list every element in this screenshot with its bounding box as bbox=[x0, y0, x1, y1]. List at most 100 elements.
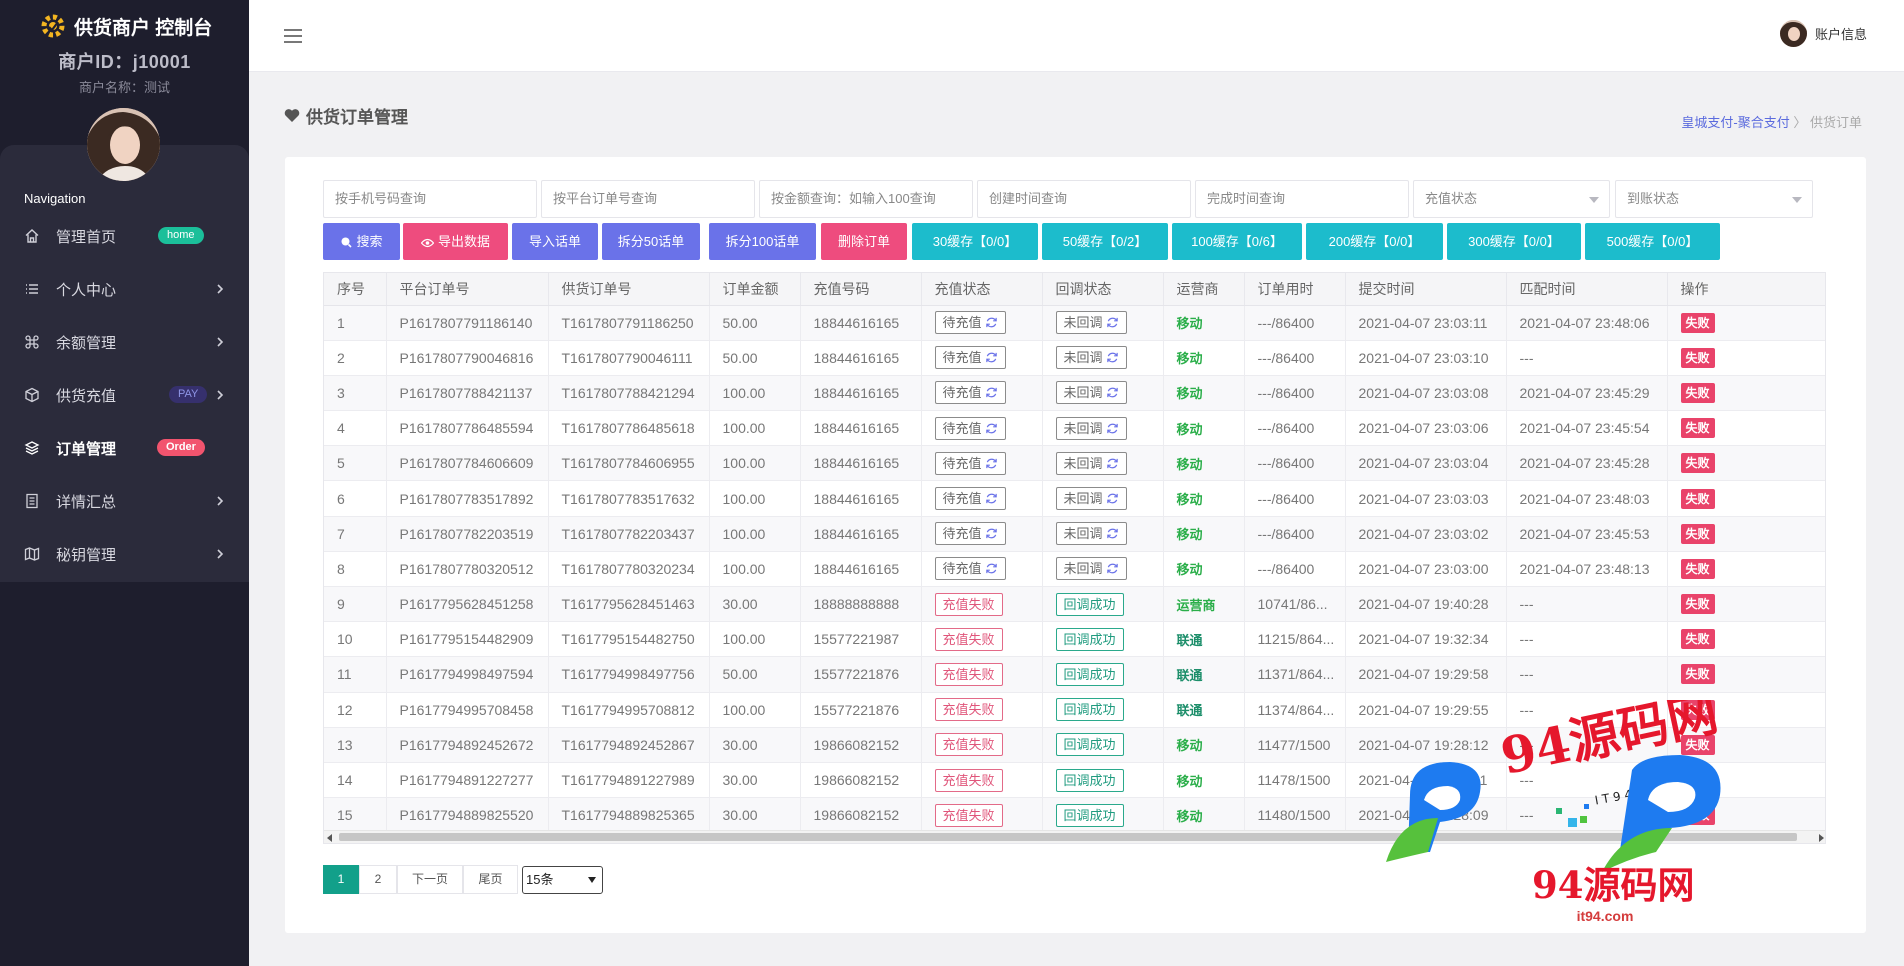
col-actions-cell: 失败 bbox=[1667, 551, 1825, 588]
fail-button[interactable]: 失败 bbox=[1680, 699, 1715, 720]
sidebar-item-orders[interactable]: 订单管理 Order bbox=[0, 423, 249, 473]
sidebar-item-home[interactable]: 管理首页 home bbox=[0, 211, 249, 261]
scrollbar-thumb[interactable] bbox=[339, 833, 1797, 841]
fail-button[interactable]: 失败 bbox=[1680, 312, 1715, 333]
refresh-icon bbox=[1106, 317, 1118, 328]
fail-button[interactable]: 失败 bbox=[1680, 629, 1715, 650]
fail-button[interactable]: 失败 bbox=[1680, 523, 1715, 544]
split50-button[interactable]: 拆分50话单 bbox=[602, 223, 700, 260]
fail-button[interactable]: 失败 bbox=[1680, 805, 1715, 826]
cache500-button[interactable]: 500缓存【0/0】 bbox=[1585, 223, 1720, 260]
fail-button[interactable]: 失败 bbox=[1680, 734, 1715, 755]
col-amount-cell: 100.00 bbox=[709, 551, 801, 588]
refresh-icon bbox=[985, 528, 997, 539]
fail-button[interactable]: 失败 bbox=[1680, 558, 1715, 579]
col-match-time-cell: 2021-04-07 23:45:29 bbox=[1506, 375, 1668, 412]
chevron-right-icon bbox=[217, 337, 224, 347]
col-submit-time-cell: 2021-04-07 19:28:12 bbox=[1345, 727, 1507, 763]
search-button[interactable]: 搜索 bbox=[323, 223, 400, 260]
cache30-button[interactable]: 30缓存【0/0】 bbox=[912, 223, 1038, 260]
chevron-down-icon bbox=[1589, 197, 1599, 203]
hamburger-menu-icon[interactable] bbox=[283, 28, 303, 44]
col-callback-status-header: 回调状态 bbox=[1042, 273, 1164, 306]
account-menu[interactable]: 账户信息 bbox=[1779, 20, 1867, 47]
finished-time-filter-input[interactable]: 完成时间查询 bbox=[1195, 180, 1409, 218]
col-phone-cell: 15577221987 bbox=[800, 621, 922, 658]
col-platform-order-cell: P1617807783517892 bbox=[386, 480, 549, 517]
created-time-filter-input[interactable]: 创建时间查询 bbox=[977, 180, 1191, 218]
fail-button[interactable]: 失败 bbox=[1680, 453, 1715, 474]
fail-button[interactable]: 失败 bbox=[1680, 347, 1715, 368]
delete-orders-button[interactable]: 删除订单 bbox=[821, 223, 907, 260]
col-recharge-status-cell: 充值失败 bbox=[921, 586, 1043, 623]
page-title: 供货订单管理 bbox=[284, 103, 408, 128]
status-text: 待充值 bbox=[942, 350, 982, 366]
settle-status-select[interactable]: 到账状态 bbox=[1615, 180, 1813, 218]
col-phone-cell: 18844616165 bbox=[800, 375, 922, 412]
fail-button[interactable]: 失败 bbox=[1680, 488, 1715, 509]
callback-status-tag: 未回调 bbox=[1055, 416, 1127, 440]
col-duration-cell: ---/86400 bbox=[1244, 410, 1346, 447]
sidebar-item-balance[interactable]: 余额管理 bbox=[0, 317, 249, 367]
account-info-label: 账户信息 bbox=[1814, 27, 1867, 42]
col-submit-time-cell: 2021-04-07 23:03:11 bbox=[1345, 305, 1507, 341]
last-page-button[interactable]: 尾页 bbox=[463, 865, 518, 894]
page-size-select[interactable]: 15条 bbox=[522, 866, 603, 894]
callback-status-tag: 未回调 bbox=[1055, 451, 1127, 475]
operator-label: 联通 bbox=[1176, 632, 1203, 648]
scroll-left-icon[interactable] bbox=[327, 834, 332, 842]
col-callback-status-cell: 回调成功 bbox=[1042, 621, 1164, 658]
horizontal-scrollbar[interactable] bbox=[324, 830, 1825, 843]
split100-button[interactable]: 拆分100话单 bbox=[709, 223, 816, 260]
brand[interactable]: 供货商户 控制台 bbox=[38, 11, 212, 41]
operator-label: 联通 bbox=[1176, 667, 1203, 683]
fail-button[interactable]: 失败 bbox=[1680, 594, 1715, 615]
fail-button[interactable]: 失败 bbox=[1680, 664, 1715, 685]
sidebar-item-summary[interactable]: 详情汇总 bbox=[0, 476, 249, 526]
amount-filter-input[interactable]: 按金额查询：如输入100查询 bbox=[759, 180, 973, 218]
col-operator-header: 运营商 bbox=[1163, 273, 1245, 306]
breadcrumb-link[interactable]: 皇城支付-聚合支付 bbox=[1681, 115, 1789, 130]
sidebar-item-recharge[interactable]: 供货充值 PAY bbox=[0, 370, 249, 420]
callback-status-tag: 回调成功 bbox=[1055, 768, 1124, 792]
col-platform-order-cell: P1617807791186140 bbox=[386, 305, 549, 341]
sidebar-item-keys[interactable]: 秘钥管理 bbox=[0, 529, 249, 579]
import-button[interactable]: 导入话单 bbox=[512, 223, 598, 260]
fail-button[interactable]: 失败 bbox=[1680, 418, 1715, 439]
col-amount-cell: 100.00 bbox=[709, 375, 801, 412]
col-index-cell: 15 bbox=[324, 797, 387, 834]
fail-button[interactable]: 失败 bbox=[1680, 382, 1715, 403]
col-callback-status-cell: 回调成功 bbox=[1042, 797, 1164, 834]
cache200-button[interactable]: 200缓存【0/0】 bbox=[1306, 223, 1443, 260]
chevron-right-icon bbox=[217, 549, 224, 559]
col-match-time-cell: --- bbox=[1506, 762, 1668, 799]
col-supply-order-cell: T1617794891227989 bbox=[548, 762, 710, 799]
col-operator-cell: 移动 bbox=[1163, 410, 1245, 447]
col-match-time-cell: 2021-04-07 23:45:54 bbox=[1506, 410, 1668, 447]
col-duration-cell: 11374/864... bbox=[1244, 692, 1346, 728]
col-submit-time-cell: 2021-04-07 23:03:08 bbox=[1345, 375, 1507, 412]
page-2-button[interactable]: 2 bbox=[359, 865, 397, 894]
cache300-button[interactable]: 300缓存【0/0】 bbox=[1447, 223, 1581, 260]
sidebar-item-label: 个人中心 bbox=[56, 282, 117, 299]
status-text: 未回调 bbox=[1063, 491, 1103, 507]
operator-label: 移动 bbox=[1176, 527, 1203, 543]
status-text: 未回调 bbox=[1063, 350, 1103, 366]
status-text: 充值失败 bbox=[942, 702, 995, 718]
cache50-button[interactable]: 50缓存【0/2】 bbox=[1042, 223, 1168, 260]
status-text: 待充值 bbox=[942, 561, 982, 577]
next-page-button[interactable]: 下一页 bbox=[397, 865, 463, 894]
col-platform-order-cell: P1617807788421137 bbox=[386, 375, 549, 412]
platform-order-filter-input[interactable]: 按平台订单号查询 bbox=[541, 180, 755, 218]
col-phone-cell: 18844616165 bbox=[800, 340, 922, 376]
recharge-status-select[interactable]: 充值状态 bbox=[1413, 180, 1610, 218]
scroll-right-icon[interactable] bbox=[1819, 834, 1824, 842]
heart-icon bbox=[284, 109, 300, 122]
chevron-down-icon bbox=[588, 877, 596, 883]
fail-button[interactable]: 失败 bbox=[1680, 770, 1715, 791]
cache100-button[interactable]: 100缓存【0/6】 bbox=[1172, 223, 1302, 260]
page-1-button[interactable]: 1 bbox=[323, 865, 359, 894]
export-button[interactable]: 导出数据 bbox=[403, 223, 508, 260]
sidebar-item-profile[interactable]: 个人中心 bbox=[0, 264, 249, 314]
phone-filter-input[interactable]: 按手机号码查询 bbox=[323, 180, 537, 218]
